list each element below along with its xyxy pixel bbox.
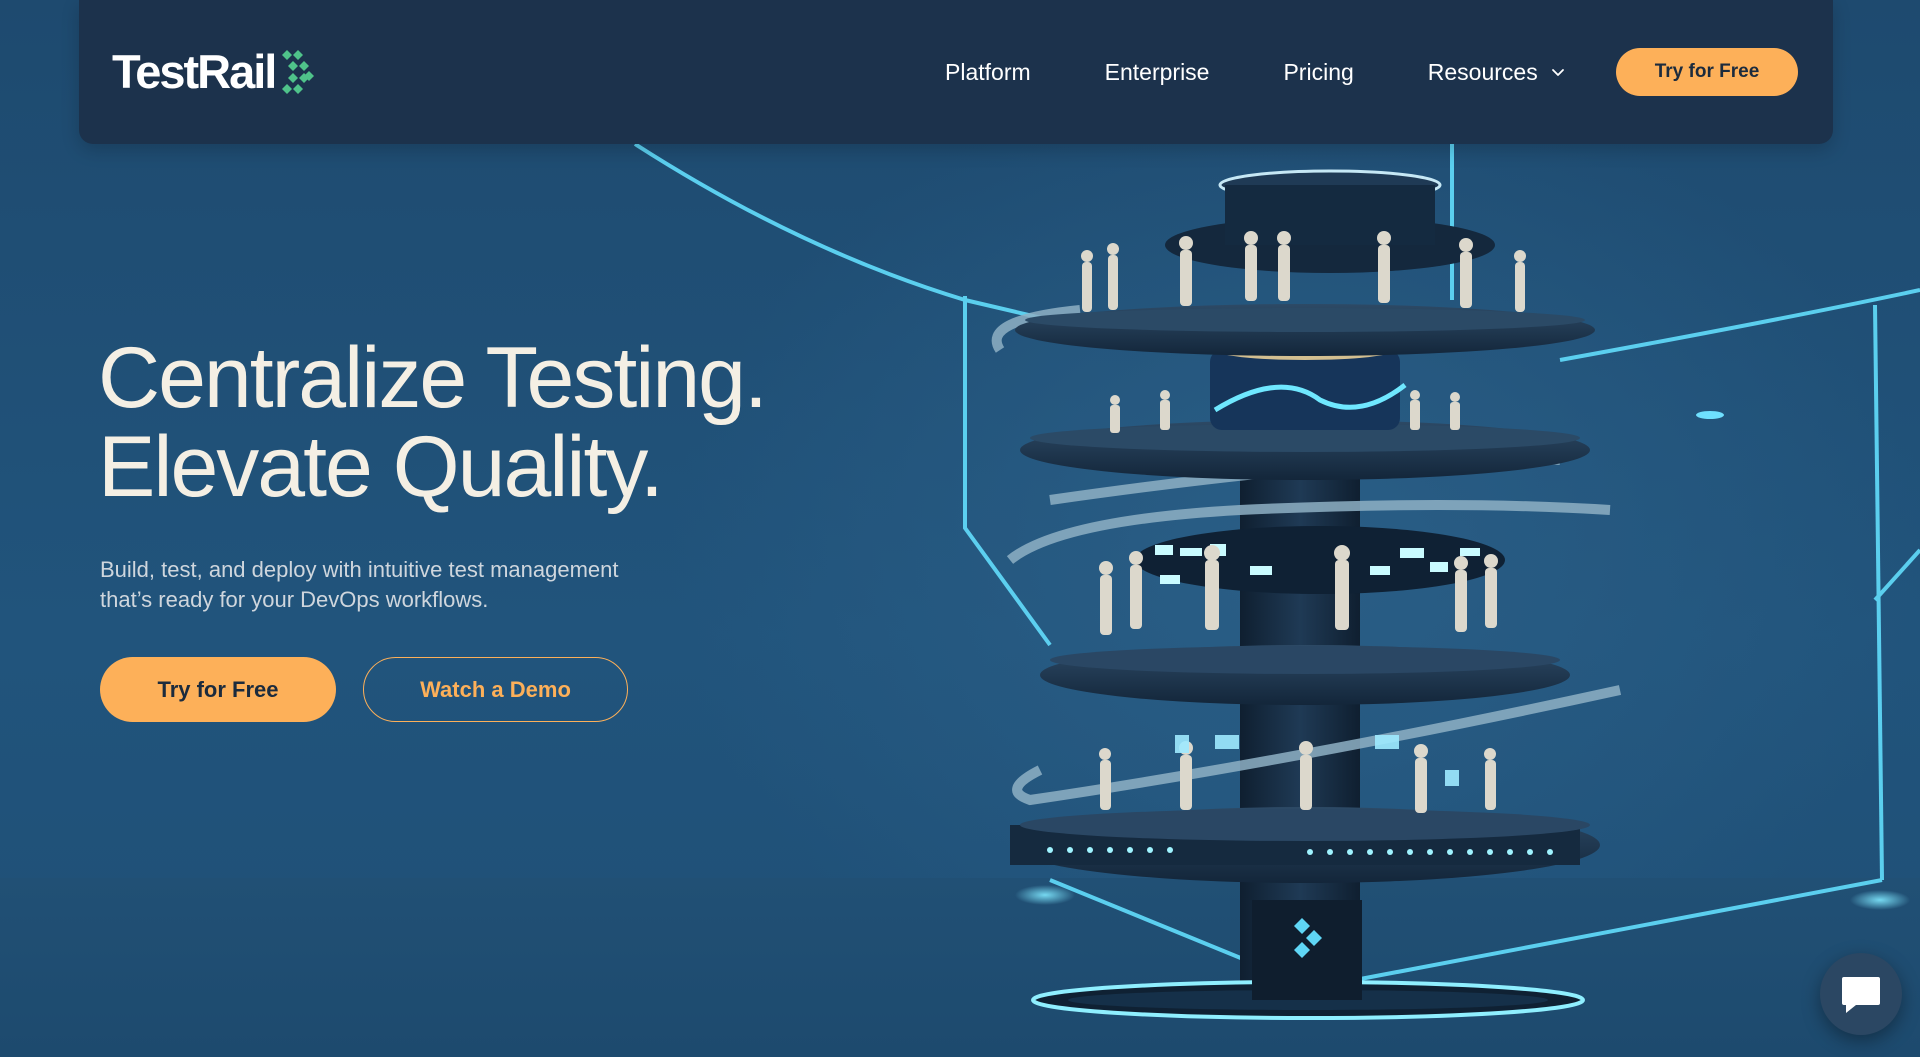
chat-widget-button[interactable] [1820,953,1902,1035]
nav-links: Platform Enterprise Pricing Resources [945,54,1566,90]
nav-try-for-free-button[interactable]: Try for Free [1616,48,1798,96]
testrail-logo[interactable]: TestRail [112,46,315,96]
brand-name: TestRail [112,44,277,98]
subtext-line-2: that’s ready for your DevOps workflows. [100,587,489,612]
hero-watch-demo-button[interactable]: Watch a Demo [363,657,628,722]
nav-platform[interactable]: Platform [945,59,1031,86]
headline-line-1: Centralize Testing. [98,330,768,426]
subtext-line-1: Build, test, and deploy with intuitive t… [100,557,619,582]
hero-try-for-free-button[interactable]: Try for Free [100,657,336,722]
nav-resources[interactable]: Resources [1428,59,1566,86]
top-navbar: TestRail Platform Enterprise Pricing Res… [79,0,1833,144]
tower-illustration [633,142,1920,1020]
chat-bubble-icon [1842,977,1880,1013]
nav-pricing[interactable]: Pricing [1283,59,1353,86]
hero-headline: Centralize Testing. Elevate Quality. [98,334,898,512]
nav-enterprise[interactable]: Enterprise [1105,59,1210,86]
hero-subtext: Build, test, and deploy with intuitive t… [100,555,660,615]
chevron-down-icon [1551,69,1564,76]
testrail-chevron-logo-icon [282,50,315,94]
headline-line-2: Elevate Quality. [98,419,664,515]
drone-icon [1696,411,1724,419]
